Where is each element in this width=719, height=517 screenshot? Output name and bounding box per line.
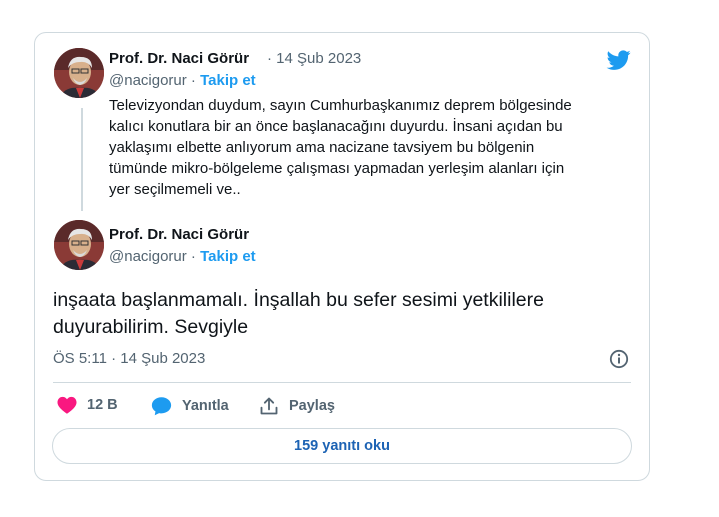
share-icon bbox=[260, 397, 278, 415]
avatar[interactable] bbox=[54, 48, 104, 98]
like-button[interactable]: 12 B bbox=[57, 396, 118, 414]
info-icon[interactable] bbox=[609, 349, 629, 369]
like-count: 12 B bbox=[87, 397, 118, 413]
tweet-text-line: yaklaşımı elbette anlıyorum ama nacizane… bbox=[109, 139, 535, 156]
read-replies-button[interactable]: 159 yanıtı oku bbox=[52, 428, 632, 464]
author-handle[interactable]: @nacigorur bbox=[109, 248, 187, 265]
author-handle[interactable]: @nacigorur bbox=[109, 72, 187, 89]
author-name[interactable]: Prof. Dr. Naci Görür bbox=[109, 50, 249, 67]
tweet-date[interactable]: · 14 Şub 2023 bbox=[267, 50, 361, 67]
tweet-timestamp[interactable]: ÖS 5:11 · 14 Şub 2023 bbox=[53, 350, 205, 367]
tweet-text-line: tümünde mikro-bölgeleme çalışması yapmad… bbox=[109, 160, 565, 177]
tweet-text-line: yer seçilmemeli ve.. bbox=[109, 181, 241, 198]
reply-bubble-icon bbox=[151, 397, 172, 416]
divider bbox=[53, 382, 631, 383]
tweet-text-line: duyurabilirim. Sevgiyle bbox=[53, 316, 249, 338]
avatar-photo bbox=[54, 48, 104, 98]
share-label: Paylaş bbox=[289, 398, 335, 414]
tweet-text-line: kalıcı konutlara bir an önce başlanacağı… bbox=[109, 118, 563, 135]
share-button[interactable]: Paylaş bbox=[259, 396, 335, 416]
avatar-photo bbox=[54, 220, 104, 270]
author-handle-row: @nacigorur · Takip et bbox=[109, 72, 256, 89]
tweet-text-line: inşaata başlanmamalı. İnşallah bu sefer … bbox=[53, 289, 544, 311]
follow-button[interactable]: Takip et bbox=[200, 248, 256, 265]
heart-icon bbox=[57, 396, 77, 414]
twitter-bird-icon[interactable] bbox=[606, 48, 632, 72]
tweet-text-line: Televizyondan duydum, sayın Cumhurbaşkan… bbox=[109, 97, 572, 114]
reply-button[interactable]: Yanıtla bbox=[151, 396, 229, 416]
read-replies-label: 159 yanıtı oku bbox=[294, 438, 390, 454]
tweet-text: inşaata başlanmamalı. İnşallah bu sefer … bbox=[53, 287, 623, 341]
tweet-text: Televizyondan duydum, sayın Cumhurbaşkan… bbox=[109, 95, 629, 200]
author-handle-row: @nacigorur · Takip et bbox=[109, 248, 256, 265]
reply-label: Yanıtla bbox=[182, 398, 229, 414]
thread-connector-line bbox=[81, 108, 83, 211]
tweet-date-text[interactable]: 14 Şub 2023 bbox=[276, 50, 361, 67]
author-name[interactable]: Prof. Dr. Naci Görür bbox=[109, 226, 249, 243]
avatar[interactable] bbox=[54, 220, 104, 270]
follow-button[interactable]: Takip et bbox=[200, 72, 256, 89]
